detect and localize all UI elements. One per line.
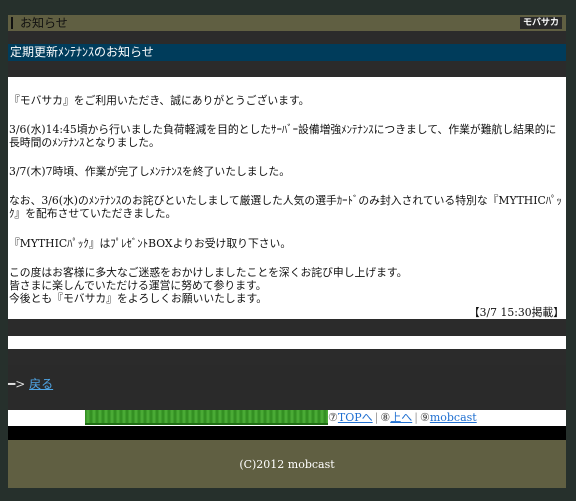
spacer-bar	[8, 31, 566, 44]
spacer-bar	[8, 426, 566, 440]
back-link[interactable]: 戻る	[29, 377, 53, 391]
nav-separator: |	[414, 411, 418, 424]
header-accent-bar	[11, 17, 13, 29]
notice-paragraph: 『MYTHICﾊﾟｯｸ』はﾌﾟﾚｾﾞﾝﾄBOXよりお受け取り下さい。	[9, 237, 292, 250]
back-row: ━> 戻る	[8, 376, 53, 392]
copyright: (C)2012 mobcast	[239, 458, 335, 471]
spacer-bar	[8, 319, 566, 336]
header-bar: お知らせ モバサカ	[8, 15, 566, 31]
up-link[interactable]: 上へ	[390, 411, 412, 424]
top-key-icon: ⑦	[328, 411, 338, 424]
mobasaka-logo: モバサカ	[519, 17, 562, 29]
grass-banner	[85, 410, 328, 425]
spacer-bar	[8, 336, 566, 349]
bottom-nav: ⑦TOPへ | ⑧上へ | ⑨mobcast	[8, 410, 566, 426]
notice-paragraph: 『モバサカ』をご利用いただき、誠にありがとうございます。	[9, 94, 310, 107]
notice-title: 定期更新ﾒﾝﾃﾅﾝｽのお知らせ	[10, 45, 154, 59]
notice-paragraph: なお、3/6(水)のﾒﾝﾃﾅﾝｽのお詫びといたしまして厳選した人気の選手ｶｰﾄﾞ…	[9, 194, 562, 220]
top-link[interactable]: TOPへ	[338, 411, 373, 424]
posted-date: 【3/7 15:30掲載】	[468, 306, 564, 319]
up-key-icon: ⑧	[380, 411, 391, 424]
notice-paragraph: 3/6(水)14:45頃から行いました負荷軽減を目的としたｻｰﾊﾞｰ設備増強ﾒﾝ…	[9, 123, 557, 149]
notice-body: 『モバサカ』をご利用いただき、誠にありがとうございます。 3/6(水)14:45…	[8, 77, 566, 319]
arrow-right-icon: ━>	[8, 377, 26, 391]
notice-paragraph: この度はお客様に多大なご迷惑をおかけしましたことを深くお詫び申し上げます。 皆さ…	[9, 266, 408, 305]
spacer-bar	[8, 349, 566, 365]
spacer-bar	[8, 61, 566, 77]
nav-links: ⑦TOPへ | ⑧上へ | ⑨mobcast	[328, 411, 477, 425]
notice-paragraph: 3/7(木)7時頃、作業が完了しﾒﾝﾃﾅﾝｽを終了いたしました。	[9, 165, 290, 178]
mobcast-key-icon: ⑨	[419, 411, 430, 424]
mobcast-link[interactable]: mobcast	[430, 411, 477, 424]
footer: (C)2012 mobcast	[8, 440, 566, 488]
nav-separator: |	[374, 411, 379, 424]
page-title: お知らせ	[20, 16, 68, 30]
notice-title-bar: 定期更新ﾒﾝﾃﾅﾝｽのお知らせ	[8, 44, 566, 61]
